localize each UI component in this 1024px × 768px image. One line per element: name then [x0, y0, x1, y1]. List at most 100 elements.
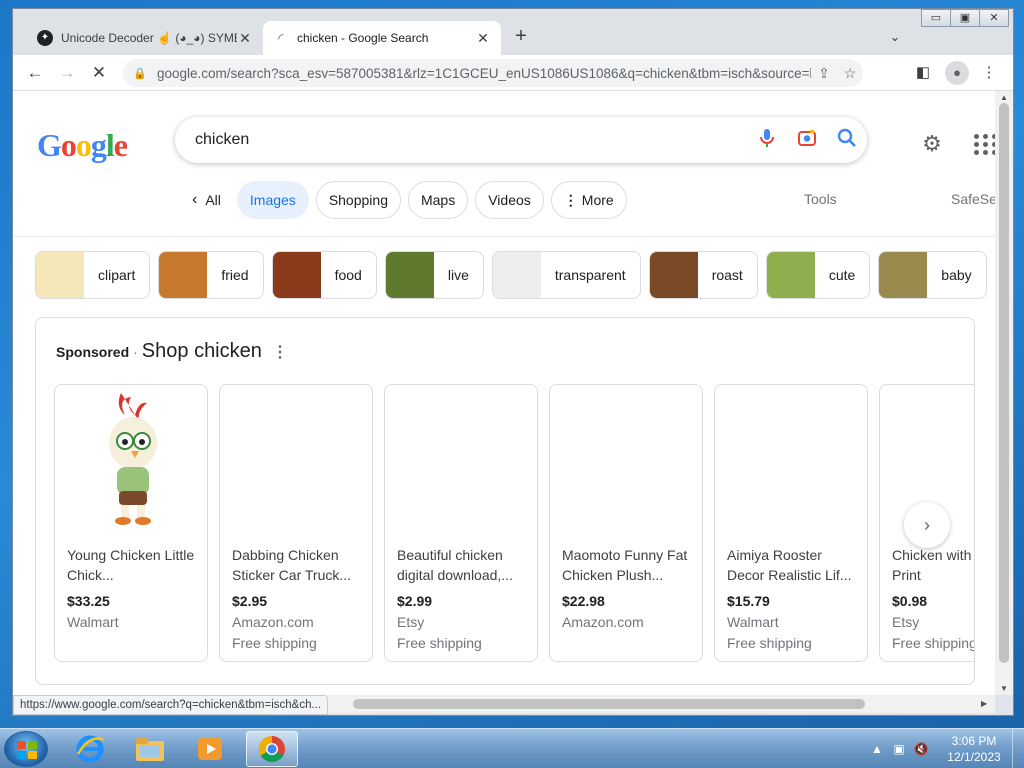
close-tab-icon[interactable]: ✕: [237, 30, 253, 46]
product-image-placeholder: [550, 385, 702, 535]
vertical-scroll-thumb[interactable]: [999, 103, 1009, 663]
show-hidden-icons-chevron-icon[interactable]: ▲: [866, 742, 888, 756]
filter-images[interactable]: Images: [236, 181, 309, 219]
header-separator: ·: [133, 344, 138, 360]
related-label: baby: [941, 267, 972, 283]
internet-explorer-icon[interactable]: [64, 731, 116, 767]
maximize-button[interactable]: ▣: [950, 9, 980, 27]
horizontal-scroll-thumb[interactable]: [353, 699, 865, 709]
safesearch-button[interactable]: SafeSearch: [951, 191, 995, 207]
related-label: fried: [221, 267, 249, 283]
lock-icon: 🔒: [133, 67, 147, 80]
related-label: live: [447, 267, 469, 283]
filter-videos[interactable]: Videos: [475, 181, 544, 219]
product-name: Young Chicken Little Chick...: [67, 547, 195, 583]
scroll-up-arrow-icon[interactable]: ▲: [995, 93, 1013, 102]
product-shipping: Free shipping: [892, 635, 975, 651]
new-tab-button[interactable]: +: [509, 25, 533, 49]
related-chip-fried[interactable]: fried: [158, 251, 264, 299]
product-carousel: Young Chicken Little Chick... $33.25 Wal…: [54, 384, 975, 662]
close-window-button[interactable]: ✕: [979, 9, 1009, 27]
minimize-button[interactable]: ▭: [921, 9, 951, 27]
shopping-header: Sponsored · Shop chicken: [56, 340, 262, 363]
product-shipping: Free shipping: [727, 635, 812, 651]
browser-menu-icon[interactable]: ⋮: [977, 61, 1001, 85]
more-options-icon[interactable]: ⋮: [272, 342, 288, 362]
file-explorer-icon[interactable]: [124, 731, 176, 767]
show-desktop-button[interactable]: [1012, 729, 1024, 768]
filter-shopping[interactable]: Shopping: [315, 181, 401, 219]
product-card[interactable]: Aimiya Rooster Decor Realistic Lif... $1…: [714, 384, 868, 662]
volume-muted-icon[interactable]: 🔇: [910, 742, 932, 756]
share-icon[interactable]: ⇪: [811, 65, 837, 82]
product-card[interactable]: Young Chicken Little Chick... $33.25 Wal…: [54, 384, 208, 662]
related-chip-food[interactable]: food: [271, 251, 377, 299]
product-image-placeholder: [715, 385, 867, 535]
search-icon[interactable]: [827, 128, 867, 153]
network-icon[interactable]: ▣: [888, 742, 910, 756]
product-image-placeholder: [385, 385, 537, 535]
address-bar-url[interactable]: google.com/search?sca_esv=587005381&rlz=…: [157, 66, 811, 81]
search-input[interactable]: chicken: [195, 131, 747, 149]
related-chip-baby[interactable]: baby: [878, 251, 987, 299]
related-label: cute: [828, 267, 856, 283]
windows-logo-icon: [17, 741, 37, 759]
tab-title: Unicode Decoder ☝ (◕_◕) SYMBOLS: [61, 31, 237, 45]
bookmark-star-icon[interactable]: ☆: [837, 65, 863, 82]
lens-camera-icon[interactable]: [787, 128, 827, 153]
profile-avatar-icon[interactable]: ●: [945, 61, 969, 85]
filter-more-label: More: [581, 192, 614, 208]
system-tray: ▲ ▣ 🔇: [866, 733, 932, 765]
scroll-right-arrow-icon[interactable]: ▶: [981, 695, 987, 713]
google-apps-grid-icon[interactable]: [971, 131, 995, 157]
fried-thumbnail: [159, 252, 208, 298]
back-arrow-icon[interactable]: ←: [23, 61, 47, 85]
side-panel-icon[interactable]: ◧: [911, 61, 935, 85]
scroll-down-arrow-icon[interactable]: ▼: [995, 684, 1013, 693]
product-price: $0.98: [892, 593, 928, 609]
vertical-scrollbar[interactable]: ▲ ▼: [995, 91, 1013, 695]
product-card[interactable]: Beautiful chicken digital download,... $…: [384, 384, 538, 662]
product-card[interactable]: Maomoto Funny Fat Chicken Plush... $22.9…: [549, 384, 703, 662]
tab-search-chevron-icon[interactable]: ⌄: [883, 25, 907, 49]
voice-search-mic-icon[interactable]: [747, 128, 787, 153]
related-chip-cute[interactable]: cute: [765, 251, 871, 299]
related-chip-live[interactable]: live: [384, 251, 484, 299]
product-price: $15.79: [727, 593, 770, 609]
related-chip-clipart[interactable]: clipart: [35, 251, 151, 299]
loading-spinner-icon: ◜: [278, 30, 284, 46]
media-player-icon[interactable]: [184, 731, 236, 767]
carousel-next-chevron-icon[interactable]: ›: [904, 502, 950, 548]
filter-maps[interactable]: Maps: [407, 181, 469, 219]
related-chip-transparent[interactable]: transparent: [491, 251, 641, 299]
chrome-icon[interactable]: [246, 731, 298, 767]
product-name: Dabbing Chicken Sticker Car Truck...: [232, 547, 352, 583]
settings-gear-icon[interactable]: ⚙: [919, 131, 945, 157]
close-tab-icon[interactable]: ✕: [475, 30, 491, 46]
header-divider: [13, 236, 995, 237]
start-button[interactable]: [4, 731, 48, 767]
forward-arrow-icon[interactable]: →: [55, 61, 79, 85]
product-store: Etsy: [397, 614, 425, 630]
filter-all-label: All: [205, 192, 221, 208]
filter-more[interactable]: ⋮ More: [550, 181, 627, 219]
stop-loading-icon[interactable]: ✕: [87, 61, 111, 85]
google-logo[interactable]: Google: [37, 127, 128, 164]
product-shipping: Free shipping: [397, 635, 482, 651]
search-filter-bar: ‹ All Images Shopping Maps Videos ⋮ More: [181, 181, 634, 219]
taskbar-clock[interactable]: 3:06 PM 12/1/2023: [944, 733, 1004, 765]
live-thumbnail: [385, 252, 434, 298]
chevron-left-icon: ‹: [192, 191, 198, 208]
related-searches: clipart fried food live transparent roas…: [35, 251, 995, 299]
unicode-decoder-favicon-icon: ✦: [37, 30, 53, 46]
browser-toolbar: ← → ✕ 🔒 google.com/search?sca_esv=587005…: [13, 55, 1013, 91]
product-card[interactable]: Dabbing Chicken Sticker Car Truck... $2.…: [219, 384, 373, 662]
filter-all[interactable]: ‹ All: [181, 181, 230, 219]
tab-chicken-search[interactable]: ◜ chicken - Google Search ✕: [263, 21, 501, 55]
address-bar[interactable]: 🔒 google.com/search?sca_esv=587005381&rl…: [123, 59, 863, 87]
tools-button[interactable]: Tools: [804, 191, 837, 207]
search-box[interactable]: chicken: [175, 117, 867, 163]
related-label: clipart: [98, 267, 136, 283]
related-chip-roast[interactable]: roast: [648, 251, 758, 299]
tab-unicode-decoder[interactable]: ✦ Unicode Decoder ☝ (◕_◕) SYMBOLS ✕: [27, 21, 263, 55]
